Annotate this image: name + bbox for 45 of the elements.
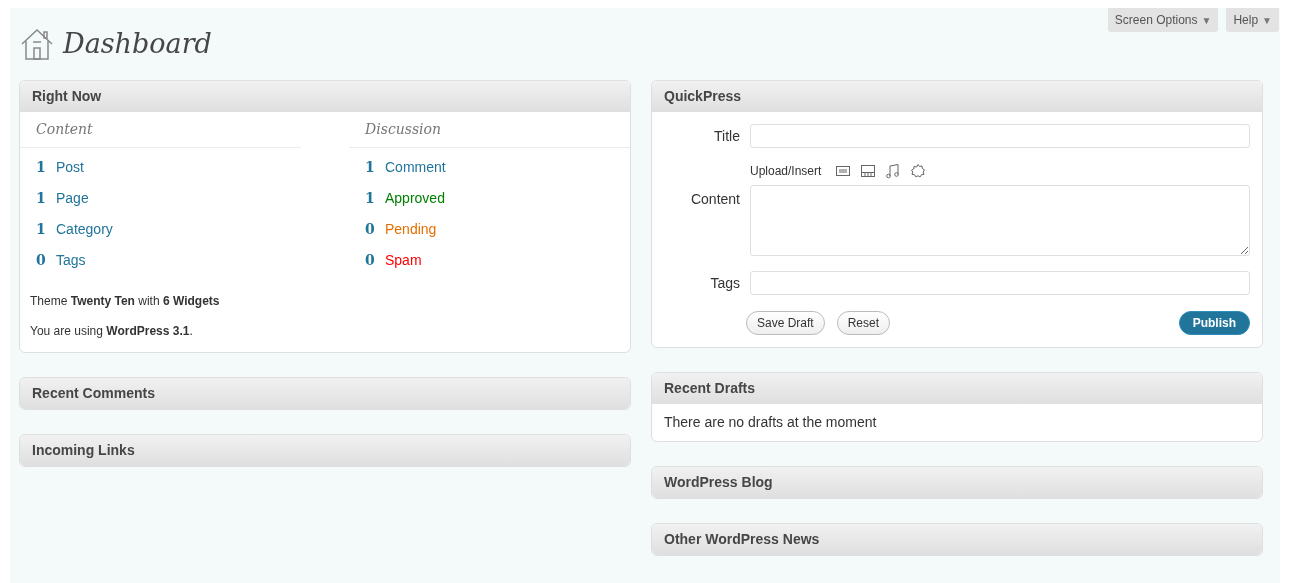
- stat-link[interactable]: Post: [56, 157, 84, 178]
- gear-icon[interactable]: [910, 163, 927, 179]
- video-icon[interactable]: [860, 163, 877, 179]
- stat-link[interactable]: Category: [56, 219, 113, 240]
- publish-button[interactable]: Publish: [1178, 311, 1250, 335]
- stat-link[interactable]: Pending: [385, 219, 437, 240]
- tags-input[interactable]: [750, 271, 1250, 295]
- column-heading: Content: [20, 112, 301, 148]
- widget-header[interactable]: WordPress Blog: [652, 467, 1262, 498]
- stat-link[interactable]: Approved: [385, 188, 445, 209]
- page-title: Dashboard: [63, 27, 212, 61]
- stat-count[interactable]: 0: [365, 219, 373, 240]
- secondary-button[interactable]: Reset: [836, 311, 891, 335]
- widget-header[interactable]: QuickPress: [652, 81, 1262, 112]
- field-label: Content: [689, 190, 740, 209]
- stat-count[interactable]: 1: [36, 219, 44, 240]
- widget-header[interactable]: Recent Comments: [20, 378, 630, 409]
- stat-link[interactable]: Spam: [385, 250, 422, 271]
- stat-link[interactable]: Page: [56, 188, 89, 209]
- stat-link[interactable]: Comment: [385, 157, 446, 178]
- tab-button[interactable]: Screen Options ▼: [1107, 8, 1219, 32]
- column-heading: Discussion: [349, 112, 630, 148]
- title-input[interactable]: [750, 124, 1250, 148]
- field-label: Tags: [709, 273, 740, 293]
- info-text: You are using WordPress 3.1.: [30, 323, 194, 340]
- widget-header[interactable]: Right Now: [20, 81, 630, 112]
- widget-header[interactable]: Other WordPress News: [652, 524, 1262, 555]
- stat-count[interactable]: 0: [36, 250, 44, 271]
- stat-count[interactable]: 1: [365, 157, 373, 178]
- stat-link[interactable]: Tags: [56, 250, 86, 271]
- image-icon[interactable]: [835, 163, 852, 179]
- field-label: Title: [713, 126, 740, 146]
- stat-count[interactable]: 1: [36, 157, 44, 178]
- widget-header[interactable]: Incoming Links: [20, 435, 630, 466]
- empty-message: There are no drafts at the moment: [664, 413, 877, 432]
- stat-count[interactable]: 1: [365, 188, 373, 209]
- widget-header[interactable]: Recent Drafts: [652, 373, 1262, 404]
- info-text: Theme Twenty Ten with 6 Widgets: [30, 293, 221, 310]
- music-icon[interactable]: [885, 163, 902, 179]
- tab-button[interactable]: Help ▼: [1226, 8, 1279, 32]
- upload-label: Upload/Insert: [750, 163, 822, 180]
- secondary-button[interactable]: Save Draft: [746, 311, 825, 335]
- stat-count[interactable]: 0: [365, 250, 373, 271]
- house-icon: [19, 26, 55, 63]
- stat-count[interactable]: 1: [36, 188, 44, 209]
